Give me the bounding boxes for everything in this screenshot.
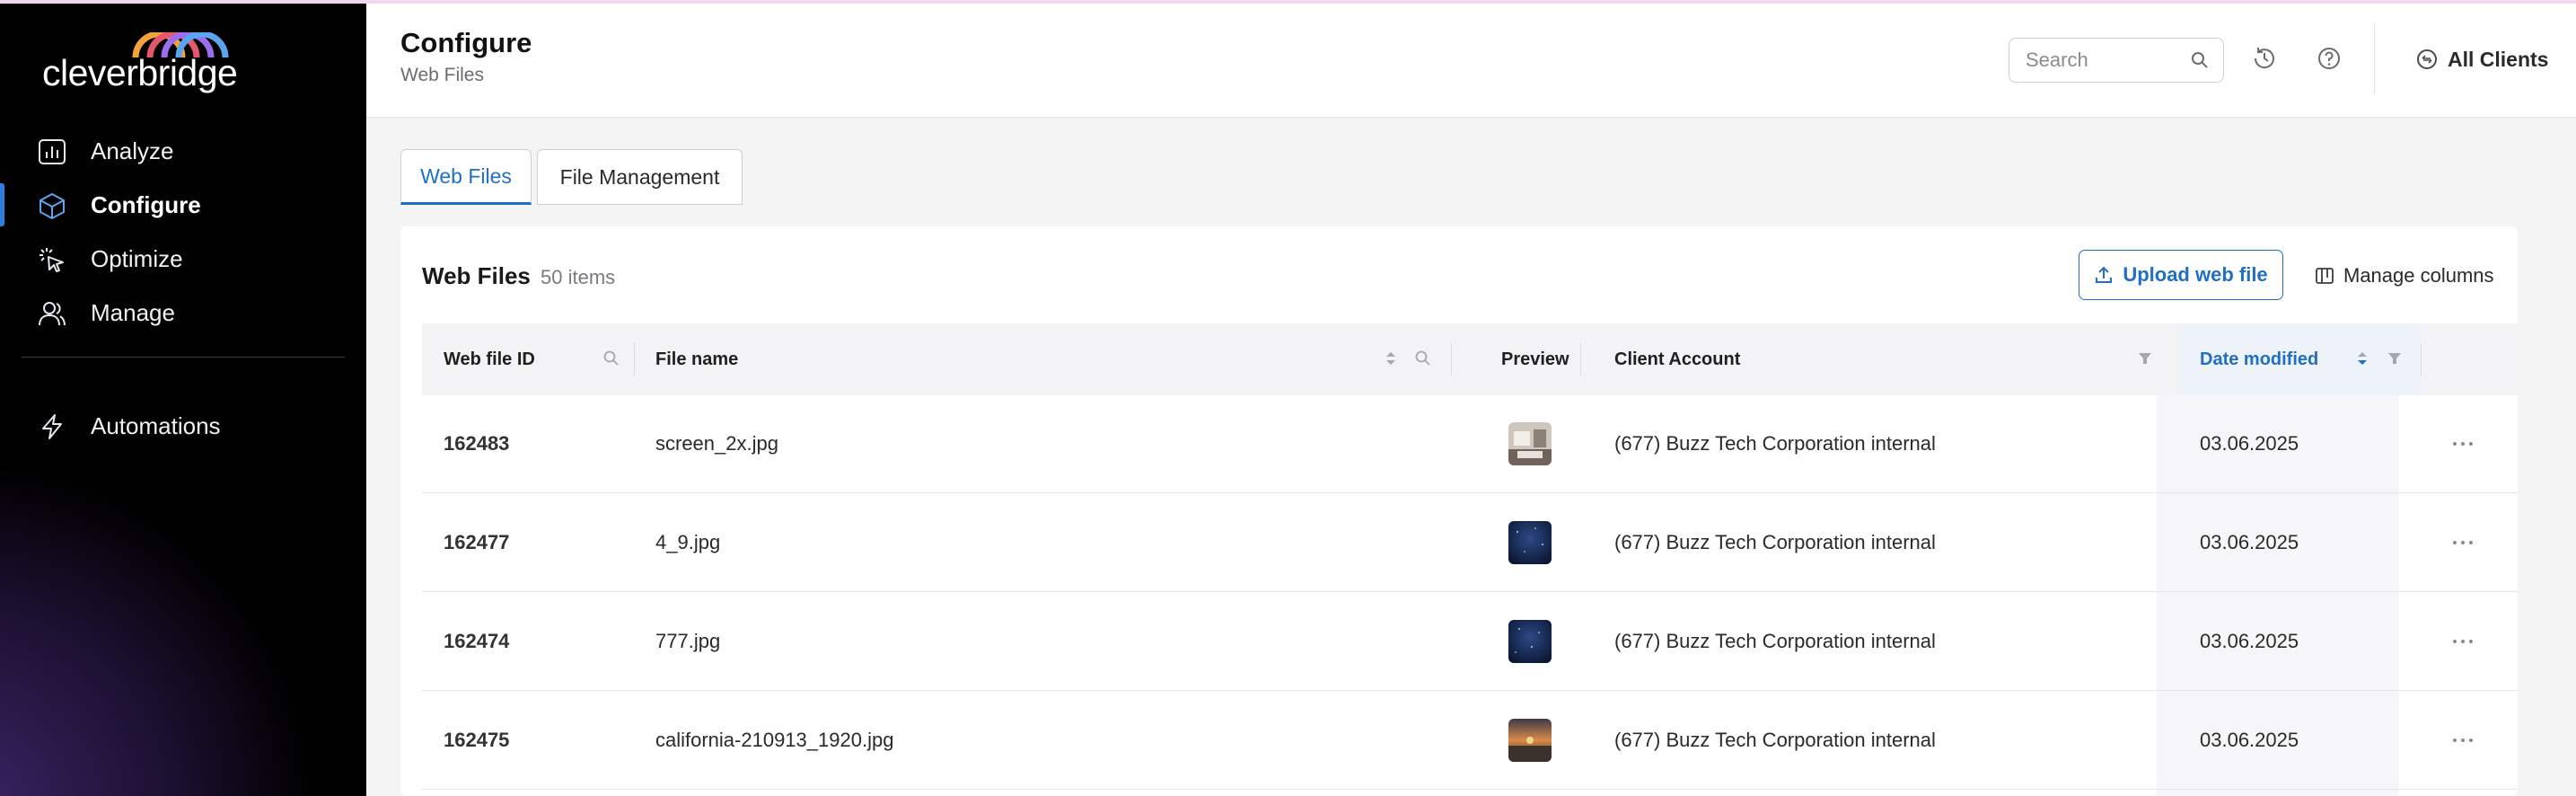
- sidebar-item-automations[interactable]: Automations: [0, 399, 366, 453]
- upload-web-file-button[interactable]: Upload web file: [2079, 250, 2283, 300]
- page-title: Configure: [400, 27, 532, 58]
- logo[interactable]: cleverbridge: [42, 32, 276, 95]
- preview-thumbnail[interactable]: [1508, 521, 1552, 564]
- lightning-icon: [42, 414, 62, 439]
- items-count: 50 items: [541, 266, 616, 288]
- file-name[interactable]: screen_2x.jpg: [655, 395, 778, 492]
- ellipsis-icon: [2453, 739, 2473, 742]
- room-thumbnail-image: [1508, 422, 1552, 465]
- column-separator: [634, 343, 635, 376]
- client-account: (677) Buzz Tech Corporation internal: [1614, 630, 1936, 652]
- switch-client-icon: [2417, 49, 2437, 69]
- column-header-date-modified: Date modified: [2200, 349, 2319, 369]
- web-file-id[interactable]: 162474: [444, 593, 509, 690]
- users-icon: [39, 302, 66, 326]
- ellipsis-icon: [2453, 640, 2473, 643]
- night-sky-thumbnail-image: [1508, 521, 1552, 564]
- client-account: (677) Buzz Tech Corporation internal: [1614, 531, 1936, 553]
- table-row[interactable]: 162474 777.jpg (677) Buzz Tech Corporati…: [422, 593, 2518, 691]
- cursor-click-icon: [40, 248, 64, 272]
- sidebar-item-label: Optimize: [91, 244, 183, 272]
- search-icon[interactable]: [1413, 349, 1433, 368]
- sidebar-item-label: Automations: [91, 411, 221, 439]
- sidebar-item-manage[interactable]: Manage: [0, 286, 366, 340]
- sidebar-divider: [22, 357, 345, 358]
- date-modified: 03.06.2025: [2200, 432, 2299, 455]
- preview-thumbnail[interactable]: [1508, 620, 1552, 663]
- sidebar: cleverbridge Analyze Configure Optimize …: [0, 4, 366, 796]
- sidebar-item-label: Configure: [91, 190, 201, 218]
- column-separator: [1580, 343, 1581, 376]
- sidebar-item-analyze[interactable]: Analyze: [0, 124, 366, 178]
- file-name[interactable]: california-210913_1920.jpg: [655, 692, 893, 789]
- web-file-id[interactable]: 162477: [444, 494, 509, 591]
- more-actions-icon[interactable]: [2449, 530, 2476, 555]
- web-files-card: Web Files 50 items Upload web file Manag…: [400, 226, 2518, 796]
- cube-icon: [40, 193, 65, 219]
- web-file-id[interactable]: 162475: [444, 692, 509, 789]
- sort-desc-icon[interactable]: [2352, 349, 2372, 368]
- history-icon[interactable]: [2250, 44, 2279, 73]
- upload-icon: [2096, 266, 2113, 283]
- more-actions-icon[interactable]: [2449, 728, 2476, 753]
- table-row[interactable]: 162475 california-210913_1920.jpg (677) …: [422, 692, 2518, 790]
- filter-icon[interactable]: [2135, 349, 2155, 368]
- more-actions-icon[interactable]: [2449, 629, 2476, 654]
- search-icon[interactable]: [2189, 49, 2211, 71]
- filter-icon[interactable]: [2385, 349, 2405, 368]
- sort-icon[interactable]: [1381, 349, 1401, 368]
- search-input[interactable]: [2024, 46, 2180, 75]
- preview-thumbnail[interactable]: [1508, 719, 1552, 762]
- all-clients-label: All Clients: [2448, 47, 2549, 71]
- client-account: (677) Buzz Tech Corporation internal: [1614, 729, 1936, 751]
- date-modified: 03.06.2025: [2200, 630, 2299, 652]
- card-title: Web Files: [422, 262, 531, 289]
- page-header: Configure Web Files All Clients: [366, 4, 2576, 118]
- file-name[interactable]: 4_9.jpg: [655, 494, 720, 591]
- table-header: Web file ID File name Preview Client Acc…: [422, 323, 2518, 395]
- header-divider: [2374, 23, 2375, 95]
- columns-icon: [2316, 268, 2334, 284]
- table-row[interactable]: 162477 4_9.jpg (677) Buzz Tech Corporati…: [422, 494, 2518, 592]
- sidebar-item-configure[interactable]: Configure: [0, 178, 366, 232]
- column-separator: [2421, 343, 2422, 376]
- tab-file-management[interactable]: File Management: [537, 149, 743, 205]
- all-clients-button[interactable]: All Clients: [2415, 44, 2548, 75]
- column-header-id[interactable]: Web file ID: [444, 323, 535, 395]
- web-file-id[interactable]: 162483: [444, 395, 509, 492]
- manage-columns-button[interactable]: Manage columns: [2315, 261, 2494, 291]
- preview-thumbnail[interactable]: [1508, 422, 1552, 465]
- sidebar-item-optimize[interactable]: Optimize: [0, 232, 366, 286]
- ellipsis-icon: [2453, 442, 2473, 446]
- breadcrumb: Web Files: [400, 65, 484, 85]
- search-icon[interactable]: [602, 349, 621, 368]
- search-box: [2009, 38, 2224, 83]
- tab-web-files[interactable]: Web Files: [400, 149, 532, 205]
- column-separator: [1451, 343, 1452, 376]
- date-modified: 03.06.2025: [2200, 729, 2299, 751]
- more-actions-icon[interactable]: [2449, 431, 2476, 456]
- help-icon[interactable]: [2315, 44, 2343, 73]
- sidebar-item-label: Analyze: [91, 137, 174, 164]
- file-name[interactable]: 777.jpg: [655, 593, 720, 690]
- column-header-preview[interactable]: Preview: [1501, 323, 1569, 395]
- date-modified: 03.06.2025: [2200, 531, 2299, 553]
- night-sky-thumbnail-image: [1508, 620, 1552, 663]
- sidebar-item-label: Manage: [91, 298, 175, 326]
- manage-columns-label: Manage columns: [2343, 264, 2494, 287]
- chart-icon: [39, 139, 66, 164]
- column-header-file-name[interactable]: File name: [655, 323, 738, 395]
- sidebar-nav: Analyze Configure Optimize Manage: [0, 124, 366, 340]
- logo-text: cleverbridge: [42, 52, 238, 93]
- client-account: (677) Buzz Tech Corporation internal: [1614, 432, 1936, 455]
- sunset-thumbnail-image: [1508, 719, 1552, 762]
- table-row[interactable]: 162483 screen_2x.jpg (677) Buzz Tech Cor…: [422, 395, 2518, 493]
- ellipsis-icon: [2453, 541, 2473, 544]
- column-header-client-account[interactable]: Client Account: [1614, 323, 1740, 395]
- upload-label: Upload web file: [2123, 263, 2268, 286]
